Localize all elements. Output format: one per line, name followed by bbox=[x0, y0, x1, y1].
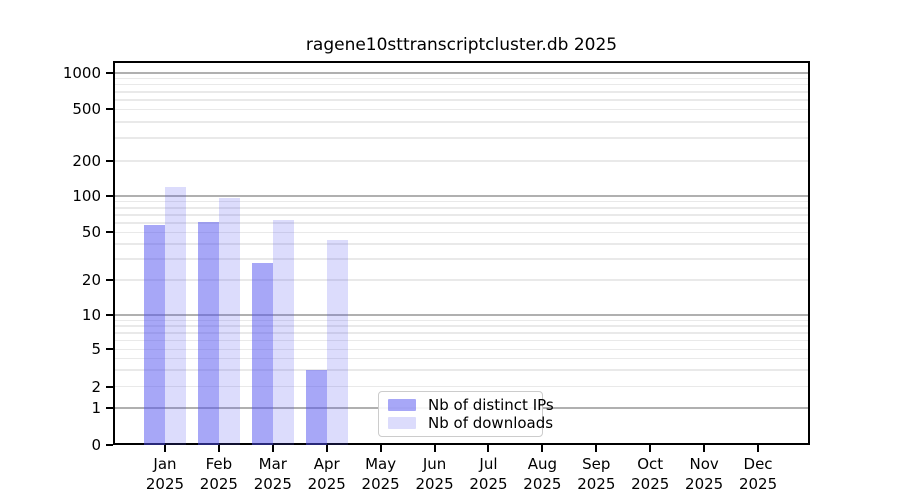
gridline-minor-800 bbox=[113, 84, 810, 86]
y-tick-1000 bbox=[106, 72, 113, 74]
gridline-major-1000 bbox=[113, 72, 810, 74]
y-tick-label-20: 20 bbox=[1, 271, 101, 289]
y-tick-label-500: 500 bbox=[1, 100, 101, 118]
legend-label-downloads: Nb of downloads bbox=[428, 414, 553, 432]
legend-row-downloads: Nb of downloads bbox=[388, 415, 533, 431]
chart-title: ragene10sttranscriptcluster.db 2025 bbox=[113, 35, 810, 55]
y-tick-label-100: 100 bbox=[1, 187, 101, 205]
x-tick-jan bbox=[164, 445, 166, 452]
bar-nb-of-distinct-ips-apr bbox=[306, 370, 327, 445]
x-tick-label-dec: Dec2025 bbox=[728, 454, 788, 494]
bar-nb-of-downloads-mar bbox=[273, 220, 294, 445]
x-tick-label-feb: Feb2025 bbox=[189, 454, 249, 494]
legend-swatch-distinct-ips-icon bbox=[388, 399, 416, 411]
y-tick-label-2: 2 bbox=[1, 378, 101, 396]
x-tick-label-jul: Jul2025 bbox=[458, 454, 518, 494]
gridline-minor-80 bbox=[113, 207, 810, 209]
y-tick-20 bbox=[106, 279, 113, 281]
x-tick-label-apr: Apr2025 bbox=[297, 454, 357, 494]
x-tick-mar bbox=[272, 445, 274, 452]
y-tick-1 bbox=[106, 407, 113, 409]
gridline-minor-70 bbox=[113, 214, 810, 216]
y-tick-label-10: 10 bbox=[1, 306, 101, 324]
y-tick-100 bbox=[106, 195, 113, 197]
legend-swatch-downloads-icon bbox=[388, 417, 416, 429]
y-tick-2 bbox=[106, 386, 113, 388]
x-tick-label-nov: Nov2025 bbox=[674, 454, 734, 494]
bar-nb-of-downloads-jan bbox=[165, 187, 186, 445]
x-tick-feb bbox=[218, 445, 220, 452]
y-tick-5 bbox=[106, 348, 113, 350]
x-tick-aug bbox=[541, 445, 543, 452]
bar-nb-of-downloads-apr bbox=[327, 240, 348, 445]
gridline-minor-700 bbox=[113, 91, 810, 93]
x-tick-label-mar: Mar2025 bbox=[243, 454, 303, 494]
gridline-minor-400 bbox=[113, 121, 810, 123]
gridline-minor-200 bbox=[113, 160, 810, 162]
x-tick-label-sep: Sep2025 bbox=[566, 454, 626, 494]
y-tick-label-5: 5 bbox=[1, 340, 101, 358]
bar-nb-of-distinct-ips-feb bbox=[198, 222, 219, 445]
legend: Nb of distinct IPs Nb of downloads bbox=[378, 391, 543, 437]
y-tick-label-200: 200 bbox=[1, 152, 101, 170]
legend-row-distinct-ips: Nb of distinct IPs bbox=[388, 397, 533, 413]
x-tick-jul bbox=[487, 445, 489, 452]
x-tick-may bbox=[380, 445, 382, 452]
x-tick-label-jun: Jun2025 bbox=[405, 454, 465, 494]
x-tick-apr bbox=[326, 445, 328, 452]
x-tick-label-may: May2025 bbox=[351, 454, 411, 494]
bar-nb-of-downloads-feb bbox=[219, 198, 240, 445]
plot-area bbox=[113, 61, 810, 445]
y-tick-10 bbox=[106, 314, 113, 316]
bar-nb-of-distinct-ips-mar bbox=[252, 263, 273, 445]
x-tick-label-oct: Oct2025 bbox=[620, 454, 680, 494]
gridline-major-100 bbox=[113, 195, 810, 197]
x-tick-jun bbox=[434, 445, 436, 452]
gridline-minor-90 bbox=[113, 201, 810, 203]
y-tick-label-1: 1 bbox=[1, 399, 101, 417]
x-tick-dec bbox=[757, 445, 759, 452]
legend-label-distinct-ips: Nb of distinct IPs bbox=[428, 396, 554, 414]
y-tick-50 bbox=[106, 231, 113, 233]
download-stats-chart: ragene10sttranscriptcluster.db 2025 0 1 2 5… bbox=[0, 0, 900, 500]
y-tick-label-0: 0 bbox=[1, 436, 101, 454]
gridline-minor-500 bbox=[113, 109, 810, 111]
x-tick-sep bbox=[595, 445, 597, 452]
y-tick-label-1000: 1000 bbox=[1, 64, 101, 82]
gridline-minor-300 bbox=[113, 137, 810, 139]
bar-nb-of-distinct-ips-jan bbox=[144, 225, 165, 445]
x-tick-label-jan: Jan2025 bbox=[135, 454, 195, 494]
x-tick-label-aug: Aug2025 bbox=[512, 454, 572, 494]
y-tick-200 bbox=[106, 160, 113, 162]
gridline-minor-600 bbox=[113, 99, 810, 101]
y-tick-500 bbox=[106, 108, 113, 110]
y-tick-label-50: 50 bbox=[1, 223, 101, 241]
gridline-minor-900 bbox=[113, 78, 810, 80]
y-tick-0 bbox=[106, 444, 113, 446]
x-tick-oct bbox=[649, 445, 651, 452]
x-tick-nov bbox=[703, 445, 705, 452]
